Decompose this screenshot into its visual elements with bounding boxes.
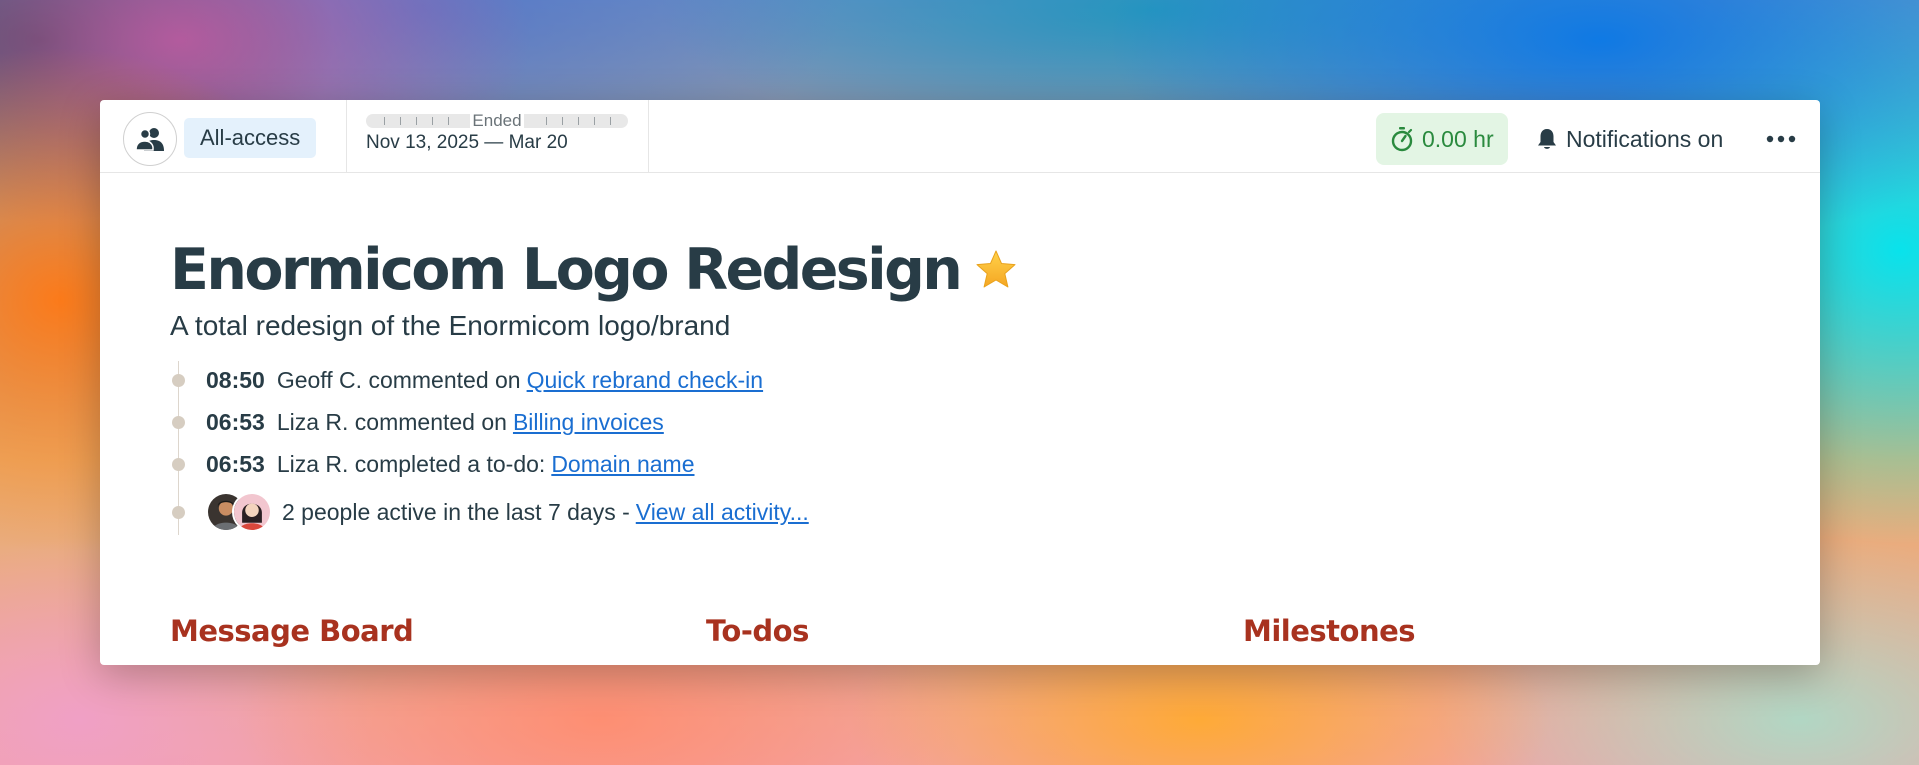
- schedule-tick: [448, 117, 449, 125]
- header-divider: [648, 100, 649, 173]
- title-row: Enormicom Logo Redesign: [170, 235, 1770, 305]
- timer-value: 0.00 hr: [1422, 125, 1494, 152]
- timesheet-button[interactable]: 0.00 hr: [1376, 113, 1508, 165]
- activity-dot: [172, 373, 185, 387]
- people-button[interactable]: [123, 112, 177, 166]
- view-all-activity-link[interactable]: View all activity...: [636, 499, 809, 526]
- activity-item: 08:50 Geoff C. commented on Quick rebran…: [170, 359, 1770, 401]
- schedule-progress-track: Ended: [366, 111, 628, 130]
- ellipsis-icon: [1766, 135, 1796, 143]
- active-people-avatars[interactable]: [206, 492, 272, 532]
- activity-text: Geoff C. commented on: [276, 366, 521, 393]
- schedule-widget[interactable]: Ended Nov 13, 2025 — Mar 20: [366, 111, 628, 154]
- people-icon: [135, 128, 164, 151]
- schedule-tick: [610, 117, 611, 125]
- project-header-bar: All-access Ended Nov 13, 2025 — Mar 20 0…: [100, 100, 1820, 173]
- activity-time: 08:50: [206, 366, 265, 393]
- activity-dot: [172, 505, 185, 519]
- schedule-tick: [594, 117, 595, 125]
- tool-message-board[interactable]: Message Board: [170, 614, 414, 648]
- activity-link[interactable]: Billing invoices: [513, 409, 664, 436]
- activity-dot: [172, 457, 185, 471]
- schedule-tick: [400, 117, 401, 125]
- schedule-tick: [432, 117, 433, 125]
- avatar[interactable]: [232, 492, 272, 532]
- schedule-tick: [562, 117, 563, 125]
- activity-item: 06:53 Liza R. completed a to-do: Domain …: [170, 443, 1770, 485]
- activity-dot: [172, 415, 185, 429]
- activity-summary: 2 people active in the last 7 days - Vie…: [170, 485, 1770, 539]
- activity-time: 06:53: [206, 408, 265, 435]
- bell-icon: [1538, 129, 1556, 149]
- header-divider: [346, 100, 347, 173]
- star-icon[interactable]: [974, 249, 1018, 291]
- project-overview: Enormicom Logo Redesign A total redesign…: [170, 235, 1770, 539]
- access-badge[interactable]: All-access: [184, 118, 317, 158]
- activity-time: 06:53: [206, 450, 265, 477]
- activity-text: Liza R. completed a to-do:: [276, 450, 546, 477]
- stopwatch-icon: [1391, 127, 1413, 152]
- tool-todos[interactable]: To-dos: [706, 614, 809, 648]
- page-title: Enormicom Logo Redesign: [170, 237, 963, 303]
- more-options-button[interactable]: [1764, 122, 1798, 156]
- notifications-label: Notifications on: [1566, 125, 1724, 152]
- project-description: A total redesign of the Enormicom logo/b…: [170, 310, 731, 341]
- project-window: All-access Ended Nov 13, 2025 — Mar 20 0…: [100, 100, 1820, 665]
- schedule-tick: [578, 117, 579, 125]
- activity-summary-text: 2 people active in the last 7 days -: [282, 498, 630, 525]
- schedule-dates: Nov 13, 2025 — Mar 20: [366, 132, 568, 153]
- notifications-toggle[interactable]: Notifications on: [1536, 113, 1723, 165]
- schedule-tick: [384, 117, 385, 125]
- schedule-status: Ended: [470, 111, 524, 130]
- activity-item: 06:53 Liza R. commented on Billing invoi…: [170, 401, 1770, 443]
- schedule-tick: [416, 117, 417, 125]
- activity-link[interactable]: Quick rebrand check-in: [527, 367, 764, 394]
- activity-link[interactable]: Domain name: [551, 451, 694, 478]
- tool-milestones[interactable]: Milestones: [1243, 614, 1416, 648]
- schedule-tick: [546, 117, 547, 125]
- activity-text: Liza R. commented on: [276, 408, 507, 435]
- recent-activity: 08:50 Geoff C. commented on Quick rebran…: [170, 359, 1770, 539]
